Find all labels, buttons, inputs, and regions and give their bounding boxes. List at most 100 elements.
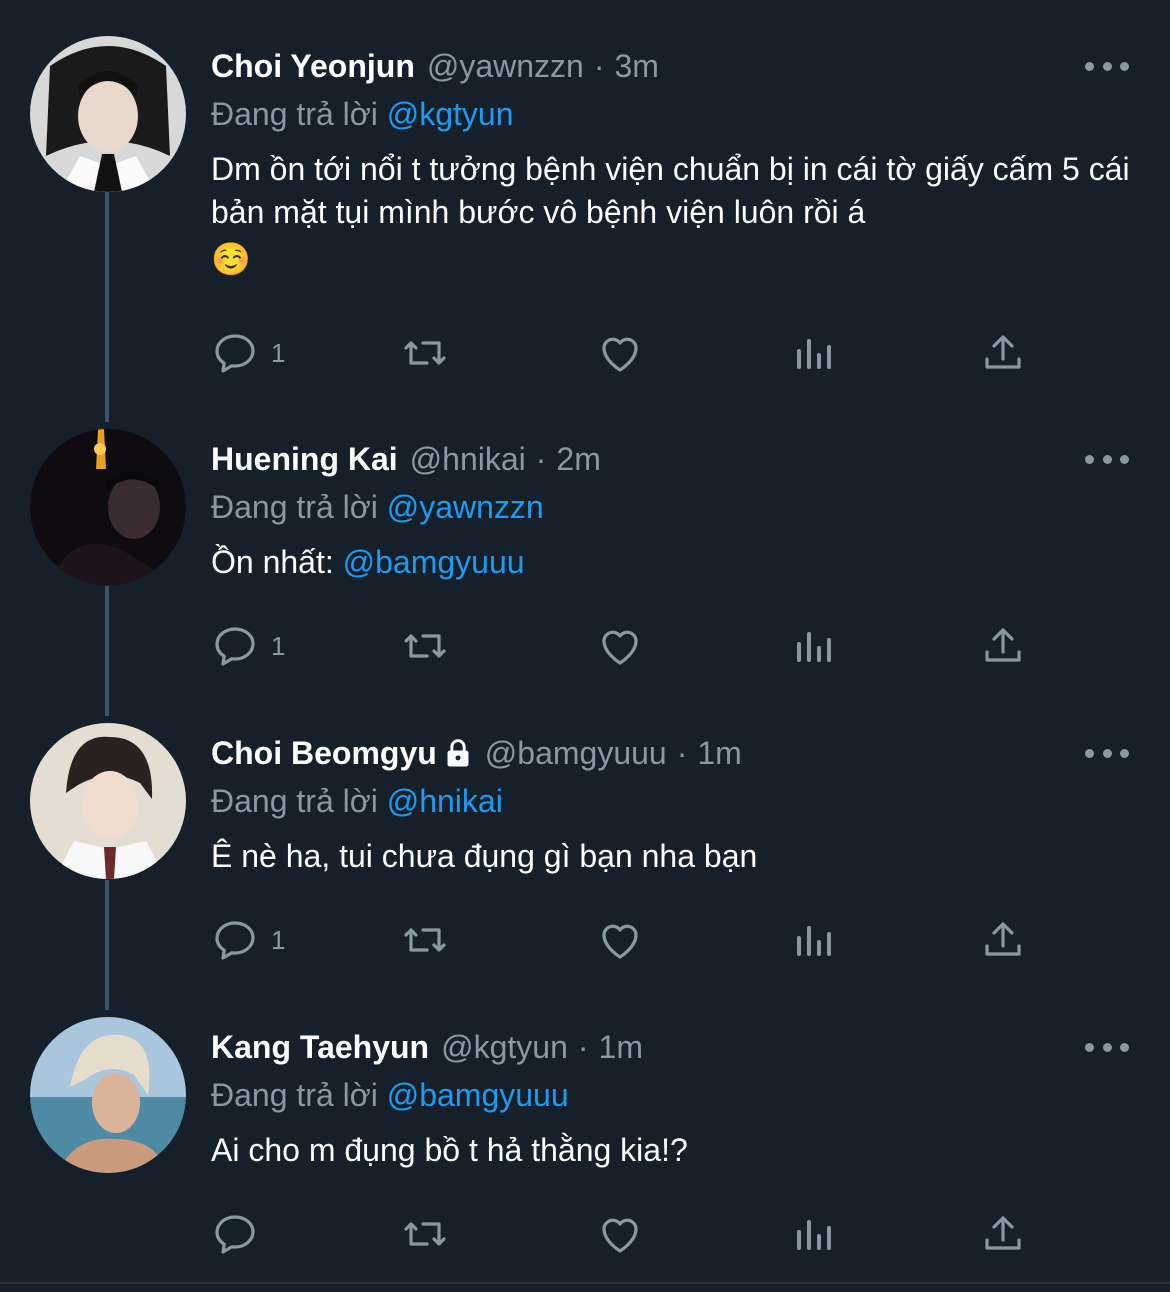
replying-to-label: Đang trả lời	[211, 783, 378, 819]
action-bar	[211, 1209, 1031, 1259]
reply-mention-link[interactable]: @hnikai	[387, 783, 503, 819]
like-icon	[602, 337, 638, 372]
like-button[interactable]	[596, 621, 644, 671]
tweet-header: Choi Yeonjun @yawnzzn · 3m	[211, 44, 659, 88]
display-name[interactable]: Kang Taehyun	[211, 1025, 429, 1069]
retweet-button[interactable]	[401, 915, 449, 965]
more-icon[interactable]	[1085, 743, 1129, 763]
retweet-button[interactable]	[401, 328, 449, 378]
display-name[interactable]: Choi Yeonjun	[211, 44, 415, 88]
analytics-icon	[797, 632, 831, 662]
like-button[interactable]	[596, 1209, 644, 1259]
replying-to-label: Đang trả lời	[211, 489, 378, 525]
user-handle[interactable]: @kgtyun	[441, 1025, 568, 1069]
tweet[interactable]: Choi Beomgyu @bamgyuuu · 1m Đang trả lời…	[0, 723, 1170, 983]
reply-count: 1	[271, 337, 286, 368]
display-name[interactable]: Huening Kai	[211, 437, 398, 481]
tweet-text-content: Dm ồn tới nổi t tưởng bệnh viện chuẩn bị…	[211, 151, 1130, 230]
retweet-icon	[404, 1222, 446, 1246]
share-button[interactable]	[979, 1209, 1027, 1259]
display-name[interactable]: Choi Beomgyu	[211, 731, 437, 775]
like-icon	[602, 924, 638, 959]
analytics-icon	[797, 926, 831, 956]
share-button[interactable]	[979, 915, 1027, 965]
reply-icon	[215, 921, 255, 960]
separator: ·	[577, 1029, 589, 1065]
separator: ·	[535, 441, 547, 477]
user-handle[interactable]: @bamgyuuu	[485, 731, 667, 775]
tweet-text-content: Ồn nhất:	[211, 544, 343, 580]
replying-to: Đang trả lời @bamgyuuu	[211, 1073, 569, 1117]
like-icon	[602, 1218, 638, 1253]
tweet[interactable]: Huening Kai @hnikai · 2m Đang trả lời @y…	[0, 429, 1170, 689]
retweet-icon	[404, 928, 446, 952]
reply-icon	[215, 1215, 255, 1254]
tweet-header: Kang Taehyun @kgtyun · 1m	[211, 1025, 643, 1069]
reply-count: 1	[271, 924, 286, 955]
tweet-header: Choi Beomgyu @bamgyuuu · 1m	[211, 731, 742, 775]
tweet-text: Ê nè ha, tui chưa đụng gì bạn nha bạn	[211, 835, 1131, 878]
like-button[interactable]	[596, 328, 644, 378]
tweet-text-content: Ai cho m đụng bồ t hả thằng kia!?	[211, 1132, 688, 1168]
avatar[interactable]	[30, 429, 186, 585]
avatar[interactable]	[30, 1017, 186, 1173]
retweet-button[interactable]	[401, 621, 449, 671]
action-bar: 1	[211, 915, 1031, 965]
more-icon[interactable]	[1085, 56, 1129, 76]
replying-to-label: Đang trả lời	[211, 96, 378, 132]
separator: ·	[593, 48, 605, 84]
like-icon	[602, 630, 638, 665]
divider	[0, 1282, 1170, 1284]
reply-icon	[215, 627, 255, 666]
reply-mention-link[interactable]: @kgtyun	[387, 96, 514, 132]
tweet-text: Ồn nhất: @bamgyuuu	[211, 541, 1131, 584]
emoji: ☺️	[211, 241, 251, 277]
reply-icon	[215, 334, 255, 373]
replying-to: Đang trả lời @hnikai	[211, 779, 503, 823]
tweet[interactable]: Kang Taehyun @kgtyun · 1m Đang trả lời @…	[0, 1017, 1170, 1267]
reply-button[interactable]	[211, 1209, 271, 1259]
timestamp[interactable]: 1m	[599, 1025, 643, 1069]
retweet-icon	[404, 634, 446, 658]
reply-button[interactable]: 1	[211, 915, 285, 965]
share-button[interactable]	[979, 328, 1027, 378]
share-icon	[985, 628, 1021, 662]
retweet-button[interactable]	[401, 1209, 449, 1259]
analytics-button[interactable]	[789, 621, 837, 671]
action-bar: 1	[211, 621, 1031, 671]
more-icon[interactable]	[1085, 1037, 1129, 1057]
tweet-text: Ai cho m đụng bồ t hả thằng kia!?	[211, 1129, 1131, 1172]
timestamp[interactable]: 2m	[556, 437, 600, 481]
share-icon	[985, 1216, 1021, 1250]
user-handle[interactable]: @hnikai	[410, 437, 526, 481]
reply-button[interactable]: 1	[211, 328, 285, 378]
lock-icon	[447, 739, 469, 767]
separator: ·	[676, 735, 688, 771]
share-icon	[985, 335, 1021, 369]
avatar[interactable]	[30, 723, 186, 879]
reply-button[interactable]: 1	[211, 621, 285, 671]
tweet-text: Dm ồn tới nổi t tưởng bệnh viện chuẩn bị…	[211, 148, 1131, 281]
timestamp[interactable]: 3m	[615, 44, 659, 88]
reply-count: 1	[271, 630, 286, 661]
analytics-icon	[797, 1220, 831, 1250]
like-button[interactable]	[596, 915, 644, 965]
avatar[interactable]	[30, 36, 186, 192]
tweet[interactable]: Choi Yeonjun @yawnzzn · 3m Đang trả lời …	[0, 36, 1170, 396]
reply-mention-link[interactable]: @yawnzzn	[387, 489, 544, 525]
analytics-button[interactable]	[789, 915, 837, 965]
timestamp[interactable]: 1m	[697, 731, 741, 775]
reply-mention-link[interactable]: @bamgyuuu	[387, 1077, 569, 1113]
tweet-header: Huening Kai @hnikai · 2m	[211, 437, 601, 481]
share-icon	[985, 922, 1021, 956]
analytics-button[interactable]	[789, 1209, 837, 1259]
more-icon[interactable]	[1085, 449, 1129, 469]
retweet-icon	[404, 341, 446, 365]
share-button[interactable]	[979, 621, 1027, 671]
replying-to-label: Đang trả lời	[211, 1077, 378, 1113]
analytics-button[interactable]	[789, 328, 837, 378]
text-mention-link[interactable]: @bamgyuuu	[343, 544, 525, 580]
analytics-icon	[797, 339, 831, 369]
user-handle[interactable]: @yawnzzn	[427, 44, 584, 88]
replying-to: Đang trả lời @yawnzzn	[211, 485, 544, 529]
